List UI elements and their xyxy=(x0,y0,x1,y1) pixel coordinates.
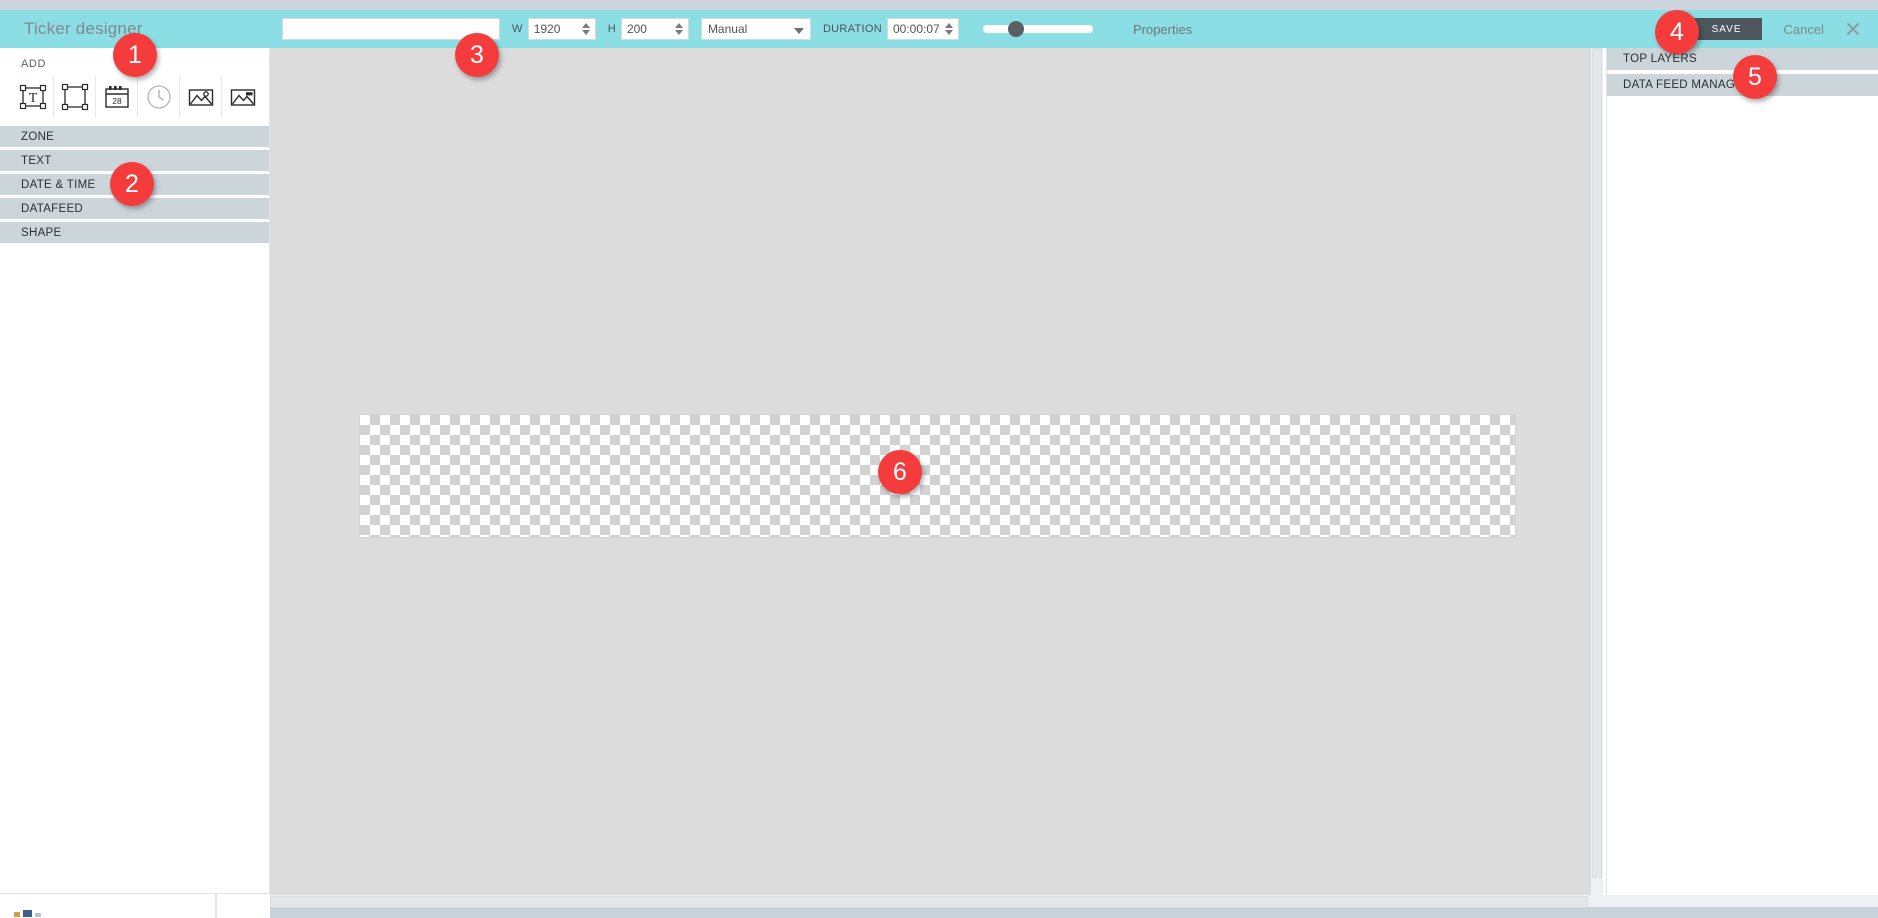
toolbar-actions: SAVE Cancel xyxy=(1691,10,1878,48)
callout-badge-2: 2 xyxy=(110,162,154,206)
sidebar-status-bar xyxy=(0,893,270,918)
clock-icon xyxy=(145,83,173,111)
callout-badge-3: 3 xyxy=(455,33,499,77)
chevron-down-icon xyxy=(793,28,804,34)
text-box-icon: T xyxy=(19,83,47,111)
add-picture-button[interactable] xyxy=(222,76,264,118)
cancel-button[interactable]: Cancel xyxy=(1784,22,1824,37)
picture-icon xyxy=(229,83,257,111)
toolbar: W H Manual DURATION Properties xyxy=(272,10,1192,48)
scrollbar-thumb[interactable] xyxy=(270,896,1588,906)
close-icon[interactable] xyxy=(1838,14,1868,44)
height-label: H xyxy=(607,23,616,35)
callout-badge-5: 5 xyxy=(1733,55,1777,99)
workarea-vertical-scrollbar[interactable] xyxy=(1591,48,1603,895)
zone-box-icon xyxy=(61,83,89,111)
mode-select-value: Manual xyxy=(707,22,748,36)
sidebar-item-label: DATAFEED xyxy=(21,202,84,215)
image-icon xyxy=(187,83,215,111)
sidebar-item-zone[interactable]: ZONE xyxy=(0,126,269,147)
width-field[interactable] xyxy=(527,18,596,40)
ticker-canvas[interactable] xyxy=(360,415,1515,537)
duration-field[interactable] xyxy=(886,18,959,40)
mode-select[interactable]: Manual xyxy=(700,18,811,40)
right-panel-body xyxy=(1607,100,1878,880)
right-panel-item-label: TOP LAYERS xyxy=(1623,53,1697,65)
ticker-designer-window: Ticker designer W H Manual DURATION Prop… xyxy=(0,0,1878,918)
right-panel: TOP LAYERS DATA FEED MANAGER xyxy=(1606,48,1878,918)
workarea-horizontal-scrollbar[interactable] xyxy=(270,895,1603,907)
properties-label[interactable]: Properties xyxy=(1133,22,1192,37)
width-input[interactable] xyxy=(528,19,579,39)
sidebar-item-shape[interactable]: SHAPE xyxy=(0,222,269,243)
save-button[interactable]: SAVE xyxy=(1691,18,1762,40)
callout-badge-4: 4 xyxy=(1655,10,1699,54)
width-stepper[interactable] xyxy=(579,19,593,39)
zoom-slider-handle[interactable] xyxy=(1007,21,1024,37)
width-label: W xyxy=(512,23,523,35)
status-divider xyxy=(215,893,217,918)
duration-label: DURATION xyxy=(822,23,882,35)
add-icons-row: T 28 xyxy=(0,74,269,120)
duration-stepper[interactable] xyxy=(942,19,956,39)
sidebar-item-label: TEXT xyxy=(21,154,52,167)
height-input[interactable] xyxy=(621,19,672,39)
duration-input[interactable] xyxy=(887,19,942,39)
add-image-button[interactable] xyxy=(180,76,222,118)
callout-badge-6: 6 xyxy=(878,450,922,494)
add-zone-button[interactable] xyxy=(54,76,96,118)
calendar-icon: 28 xyxy=(103,83,131,111)
sidebar-item-label: ZONE xyxy=(21,130,55,143)
scrollbar-thumb[interactable] xyxy=(1592,48,1602,878)
sidebar-item-label: SHAPE xyxy=(21,226,62,239)
window-bottom-chrome xyxy=(0,907,1878,918)
right-bottom-strip xyxy=(1603,895,1878,907)
add-date-button[interactable]: 28 xyxy=(96,76,138,118)
svg-text:T: T xyxy=(28,91,37,106)
callout-badge-1: 1 xyxy=(113,33,157,77)
taskbar-thumbnail-icon xyxy=(14,910,41,917)
sidebar-item-label: DATE & TIME xyxy=(21,178,96,191)
window-top-chrome xyxy=(0,0,1878,10)
design-workarea[interactable] xyxy=(270,48,1603,895)
svg-text:28: 28 xyxy=(112,96,122,106)
add-time-button[interactable] xyxy=(138,76,180,118)
add-text-button[interactable]: T xyxy=(12,76,54,118)
height-stepper[interactable] xyxy=(672,19,686,39)
zoom-slider[interactable] xyxy=(982,21,1093,37)
height-field[interactable] xyxy=(620,18,689,40)
